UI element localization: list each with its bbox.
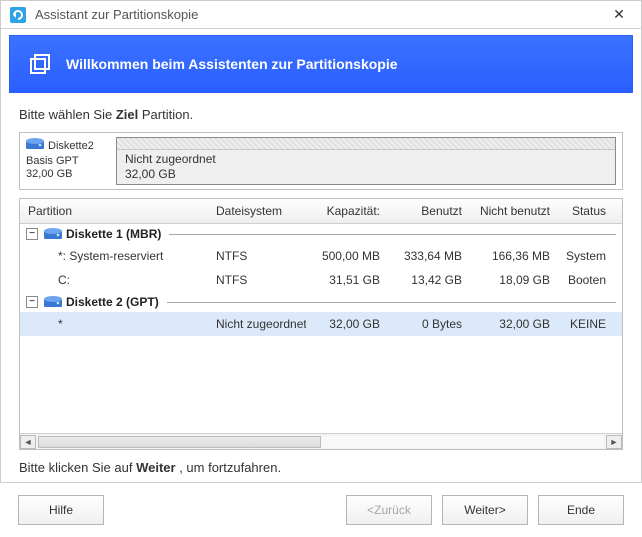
- disk-bar-strip: [117, 138, 615, 150]
- target-disk-overview: Diskette2 Basis GPT 32,00 GB Nicht zugeo…: [19, 132, 623, 190]
- instruction-text: Bitte klicken Sie auf: [19, 460, 136, 475]
- cell-filesystem: Nicht zugeordnet: [208, 312, 306, 336]
- scroll-track[interactable]: [38, 436, 604, 448]
- cell-status: Booten: [558, 268, 614, 292]
- window-title: Assistant zur Partitionskopie: [35, 7, 198, 22]
- collapse-toggle-icon[interactable]: −: [26, 228, 38, 240]
- cell-status: System: [558, 244, 614, 268]
- disk-group-label: Diskette 2 (GPT): [66, 295, 159, 309]
- instruction-text: Bitte wählen Sie: [19, 107, 116, 122]
- disk-usage-bar[interactable]: Nicht zugeordnet 32,00 GB: [116, 137, 616, 185]
- table-body: − Diskette 1 (MBR) *: System-reserviertNTF…: [20, 224, 622, 433]
- scroll-left-button[interactable]: ◄: [20, 435, 36, 449]
- th-capacity[interactable]: Kapazität:: [306, 199, 388, 223]
- close-button[interactable]: ✕: [605, 1, 633, 29]
- cell-status: KEINE: [558, 312, 614, 336]
- th-used[interactable]: Benutzt: [388, 199, 470, 223]
- next-button[interactable]: Weiter>: [442, 495, 528, 525]
- cell-unused: 32,00 GB: [470, 312, 558, 336]
- banner: Willkommen beim Assistenten zur Partitio…: [9, 35, 633, 93]
- cell-used: 333,64 MB: [388, 244, 470, 268]
- cell-capacity: 31,51 GB: [306, 268, 388, 292]
- disk-bar-size: 32,00 GB: [125, 167, 607, 182]
- instruction-bold: Ziel: [116, 107, 138, 122]
- cell-used: 0 Bytes: [388, 312, 470, 336]
- table-row[interactable]: C:NTFS31,51 GB13,42 GB18,09 GBBooten: [20, 268, 622, 292]
- disk-group-label: Diskette 1 (MBR): [66, 227, 161, 241]
- disk-icon: [44, 227, 62, 241]
- horizontal-scrollbar[interactable]: ◄ ►: [20, 433, 622, 449]
- cell-filesystem: NTFS: [208, 244, 306, 268]
- disk-size: 32,00 GB: [26, 168, 110, 181]
- instruction-bold: Weiter: [136, 460, 176, 475]
- table-header-row: Partition Dateisystem Kapazität: Benutzt…: [20, 199, 622, 224]
- cell-unused: 166,36 MB: [470, 244, 558, 268]
- copy-stack-icon: [28, 52, 52, 76]
- disk-group-row[interactable]: − Diskette 1 (MBR): [20, 224, 622, 244]
- banner-title: Willkommen beim Assistenten zur Partitio…: [66, 56, 398, 72]
- disk-icon: [26, 137, 44, 155]
- cell-filesystem: NTFS: [208, 268, 306, 292]
- cell-partition: C:: [20, 268, 208, 292]
- cell-unused: 18,09 GB: [470, 268, 558, 292]
- titlebar: Assistant zur Partitionskopie ✕: [1, 1, 641, 29]
- instruction-text: Partition.: [142, 107, 193, 122]
- disk-group-row[interactable]: − Diskette 2 (GPT): [20, 292, 622, 312]
- collapse-toggle-icon[interactable]: −: [26, 296, 38, 308]
- disk-metadata: Diskette2 Basis GPT 32,00 GB: [26, 137, 110, 185]
- table-row[interactable]: *: System-reserviertNTFS500,00 MB333,64 …: [20, 244, 622, 268]
- disk-scheme: Basis GPT: [26, 155, 110, 168]
- table-row[interactable]: *Nicht zugeordnet32,00 GB0 Bytes32,00 GB…: [20, 312, 622, 336]
- partition-table: Partition Dateisystem Kapazität: Benutzt…: [19, 198, 623, 450]
- instruction-text: , um fortzufahren.: [179, 460, 281, 475]
- cell-partition: *: System-reserviert: [20, 244, 208, 268]
- instruction-choose-target: Bitte wählen Sie Ziel Partition.: [19, 107, 623, 122]
- disk-icon: [44, 295, 62, 309]
- th-status[interactable]: Status: [558, 199, 614, 223]
- th-partition[interactable]: Partition: [20, 199, 208, 223]
- back-button[interactable]: <Zurück: [346, 495, 432, 525]
- footer-button-bar: Hilfe <Zurück Weiter> Ende: [0, 482, 642, 537]
- cell-capacity: 32,00 GB: [306, 312, 388, 336]
- content-area: Bitte wählen Sie Ziel Partition. Diskett…: [1, 93, 641, 483]
- disk-bar-label: Nicht zugeordnet: [125, 152, 607, 167]
- disk-name: Diskette2: [48, 140, 94, 153]
- scroll-right-button[interactable]: ►: [606, 435, 622, 449]
- help-button[interactable]: Hilfe: [18, 495, 104, 525]
- cell-partition: *: [20, 312, 208, 336]
- app-icon: [9, 6, 27, 24]
- th-filesystem[interactable]: Dateisystem: [208, 199, 306, 223]
- cell-capacity: 500,00 MB: [306, 244, 388, 268]
- end-button[interactable]: Ende: [538, 495, 624, 525]
- cell-used: 13,42 GB: [388, 268, 470, 292]
- scroll-thumb[interactable]: [38, 436, 321, 448]
- instruction-continue: Bitte klicken Sie auf Weiter , um fortzu…: [19, 460, 623, 475]
- th-unused[interactable]: Nicht benutzt: [470, 199, 558, 223]
